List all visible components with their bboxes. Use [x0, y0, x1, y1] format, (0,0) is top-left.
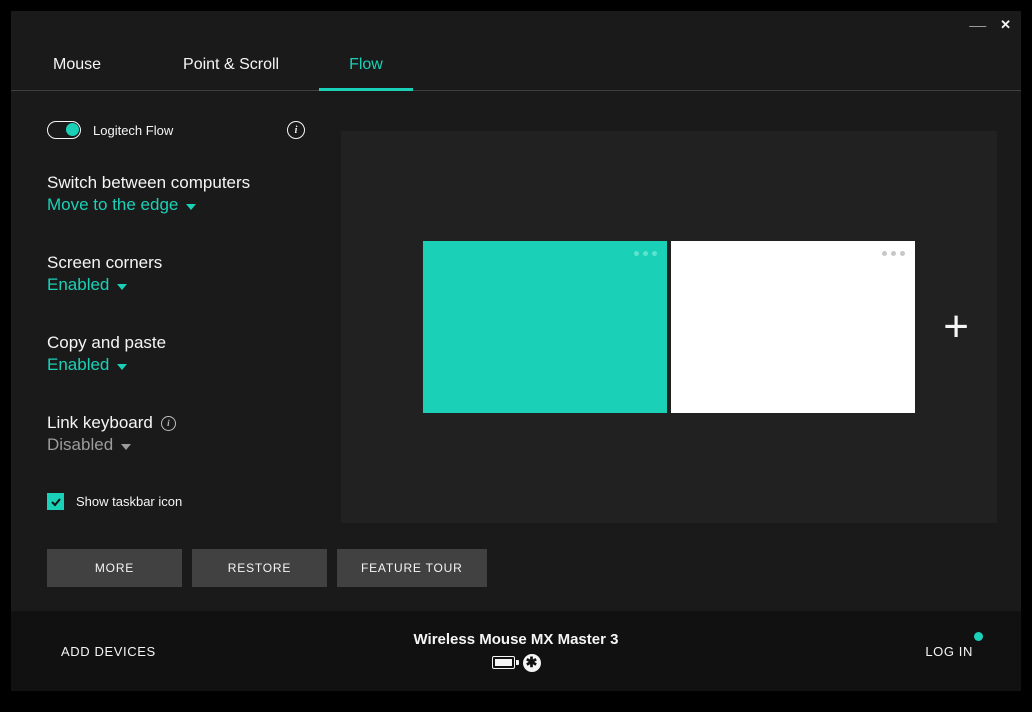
tab-point-scroll[interactable]: Point & Scroll	[143, 56, 319, 90]
option-copy-paste: Copy and paste Enabled	[47, 333, 305, 375]
chevron-down-icon	[117, 360, 127, 370]
copy-paste-dropdown[interactable]: Enabled	[47, 355, 127, 375]
feature-tour-button[interactable]: FEATURE TOUR	[337, 549, 487, 587]
flow-toggle-label: Logitech Flow	[93, 123, 173, 138]
option-value: Disabled	[47, 435, 113, 455]
option-title-text: Link keyboard	[47, 413, 153, 433]
taskbar-icon-row: Show taskbar icon	[47, 493, 305, 510]
option-value: Move to the edge	[47, 195, 178, 215]
chevron-down-icon	[117, 280, 127, 290]
flow-visualizer: +	[341, 131, 997, 523]
flow-toggle-row: Logitech Flow i	[47, 121, 305, 139]
login-button[interactable]: LOG IN	[925, 644, 1021, 659]
checkbox-label: Show taskbar icon	[76, 494, 182, 509]
tab-flow[interactable]: Flow	[319, 56, 413, 90]
checkmark-icon	[50, 496, 62, 508]
restore-button[interactable]: RESTORE	[192, 549, 327, 587]
info-icon[interactable]: i	[287, 121, 305, 139]
current-device: Wireless Mouse MX Master 3 ✱	[11, 631, 1021, 672]
device-status-icons: ✱	[492, 654, 541, 672]
chevron-down-icon	[186, 200, 196, 210]
action-buttons: MORE RESTORE FEATURE TOUR	[47, 549, 487, 587]
window-controls: __ ✕	[969, 17, 1011, 32]
computer-2[interactable]	[671, 241, 915, 413]
content-area: Logitech Flow i Switch between computers…	[11, 91, 1021, 611]
flow-settings-panel: Logitech Flow i Switch between computers…	[11, 91, 331, 611]
close-button[interactable]: ✕	[1000, 18, 1011, 31]
computer-screens	[423, 241, 915, 413]
app-window: __ ✕ Mouse Point & Scroll Flow Logitech …	[11, 11, 1021, 691]
option-title: Screen corners	[47, 253, 305, 273]
option-title: Copy and paste	[47, 333, 305, 353]
show-taskbar-checkbox[interactable]	[47, 493, 64, 510]
option-title: Link keyboard i	[47, 413, 305, 433]
tab-mouse[interactable]: Mouse	[11, 56, 143, 90]
option-link-keyboard: Link keyboard i Disabled	[47, 413, 305, 455]
device-name: Wireless Mouse MX Master 3	[414, 631, 619, 648]
add-computer-button[interactable]: +	[943, 305, 969, 349]
flow-toggle[interactable]	[47, 121, 81, 139]
option-switch-computers: Switch between computers Move to the edg…	[47, 173, 305, 215]
add-devices-button[interactable]: ADD DEVICES	[11, 644, 156, 659]
link-keyboard-dropdown[interactable]: Disabled	[47, 435, 131, 455]
receiver-icon: ✱	[523, 654, 541, 672]
info-icon[interactable]: i	[161, 416, 176, 431]
option-screen-corners: Screen corners Enabled	[47, 253, 305, 295]
dots-icon	[882, 251, 905, 256]
battery-icon	[492, 656, 515, 669]
option-value: Enabled	[47, 275, 109, 295]
chevron-down-icon	[121, 440, 131, 450]
minimize-button[interactable]: __	[969, 13, 986, 28]
dots-icon	[634, 251, 657, 256]
computer-1[interactable]	[423, 241, 667, 413]
option-title: Switch between computers	[47, 173, 305, 193]
device-bar: ADD DEVICES Wireless Mouse MX Master 3 ✱…	[11, 611, 1021, 691]
more-button[interactable]: MORE	[47, 549, 182, 587]
screen-corners-dropdown[interactable]: Enabled	[47, 275, 127, 295]
option-value: Enabled	[47, 355, 109, 375]
tab-bar: Mouse Point & Scroll Flow	[11, 11, 1021, 91]
switch-computers-dropdown[interactable]: Move to the edge	[47, 195, 196, 215]
